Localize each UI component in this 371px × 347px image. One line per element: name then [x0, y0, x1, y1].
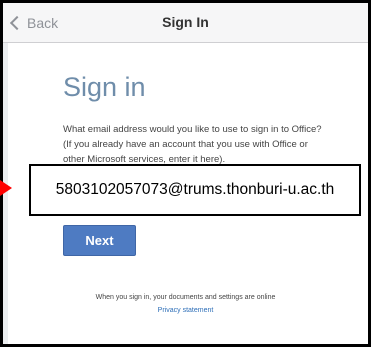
arrow-right-icon [0, 180, 12, 196]
navigation-bar: Back Sign In [3, 3, 368, 43]
email-field[interactable]: 5803102057073@trums.thonburi-u.ac.th [29, 164, 361, 216]
footer-text: When you sign in, your documents and set… [95, 294, 276, 301]
email-value: 5803102057073@trums.thonburi-u.ac.th [55, 181, 335, 198]
privacy-statement-link[interactable]: Privacy statement [0, 307, 371, 314]
next-button[interactable]: Next [63, 225, 136, 256]
sign-in-description: What email address would you like to use… [63, 124, 322, 165]
page-heading: Sign in [63, 72, 146, 102]
nav-title: Sign In [162, 14, 209, 30]
